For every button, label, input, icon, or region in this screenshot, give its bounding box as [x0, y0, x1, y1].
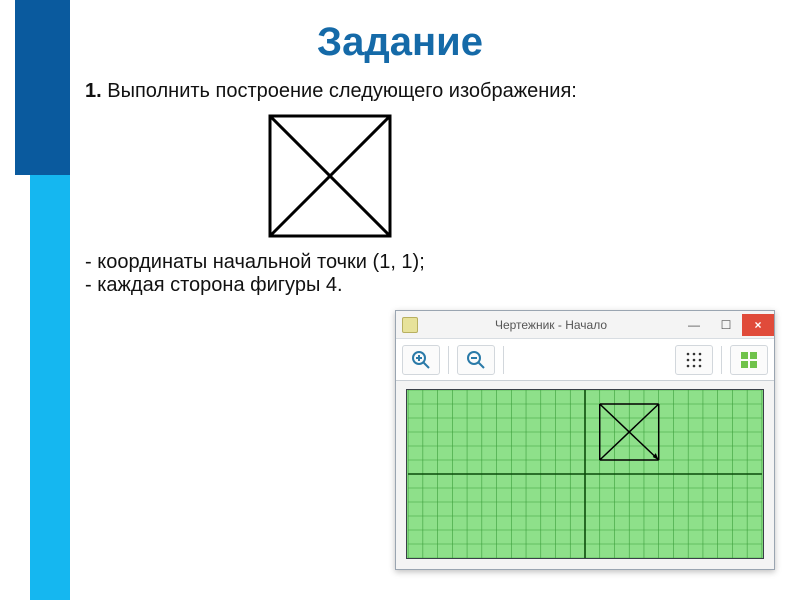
app-icon [402, 317, 418, 333]
home-icon [739, 350, 759, 370]
toolbar-separator [721, 346, 722, 374]
titlebar[interactable]: Чертежник - Начало — ☐ × [396, 311, 774, 339]
bullet-2: - каждая сторона фигуры 4. [85, 274, 780, 297]
bullet-1: - координаты начальной точки (1, 1); [85, 251, 780, 274]
app-window: Чертежник - Начало — ☐ × [395, 310, 775, 570]
square-diagonals-figure [265, 111, 395, 241]
drawing-canvas[interactable] [406, 389, 764, 559]
sidebar-stripes [0, 0, 70, 600]
task-text: Выполнить построение следующего изображе… [107, 80, 577, 102]
page-title: Задание [0, 20, 800, 65]
task-line: 1. Выполнить построение следующего изобр… [85, 80, 780, 103]
grid-icon [685, 351, 703, 369]
zoom-in-icon [411, 350, 431, 370]
window-buttons: — ☐ × [678, 314, 774, 336]
zoom-out-icon [466, 350, 486, 370]
maximize-button[interactable]: ☐ [710, 314, 742, 336]
bullets: - координаты начальной точки (1, 1); - к… [85, 251, 780, 297]
window-title: Чертежник - Начало [424, 318, 678, 332]
close-button[interactable]: × [742, 314, 774, 336]
toolbar [396, 339, 774, 381]
minimize-button[interactable]: — [678, 314, 710, 336]
grid-button[interactable] [675, 345, 713, 375]
zoom-out-button[interactable] [457, 345, 495, 375]
home-button[interactable] [730, 345, 768, 375]
task-number: 1. [85, 80, 102, 102]
toolbar-separator [503, 346, 504, 374]
slide: Задание 1. Выполнить построение следующе… [0, 0, 800, 600]
content: 1. Выполнить построение следующего изобр… [85, 80, 780, 297]
zoom-in-button[interactable] [402, 345, 440, 375]
toolbar-separator [448, 346, 449, 374]
task-figure [265, 111, 780, 247]
grid-plot [407, 390, 763, 558]
